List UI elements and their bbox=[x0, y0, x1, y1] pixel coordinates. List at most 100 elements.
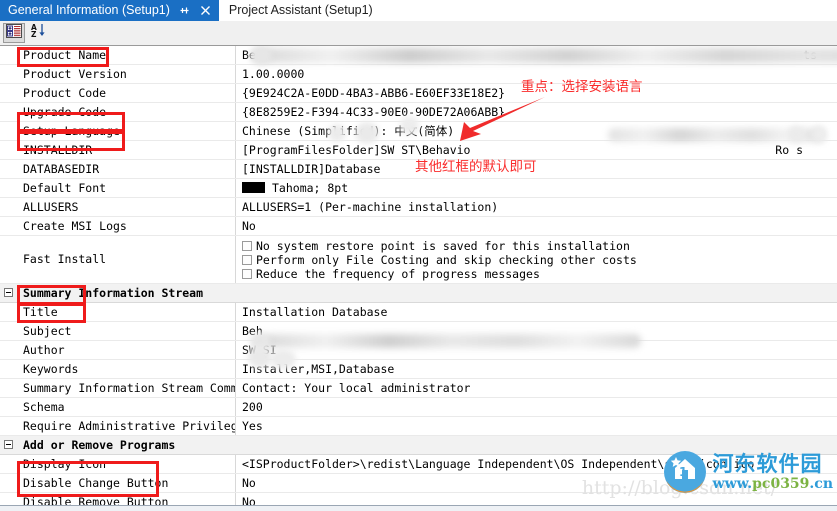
checkbox-label: Reduce the frequency of progress message… bbox=[256, 266, 540, 281]
property-value[interactable]: Contact: Your local administrator bbox=[236, 379, 837, 397]
property-name: Upgrade Code bbox=[0, 103, 236, 121]
property-grid-rows: Product Name Be ts Product Version 1.00.0000… bbox=[0, 46, 837, 505]
property-value-text: 200 bbox=[242, 400, 263, 414]
property-value-suffix: ts bbox=[803, 48, 817, 62]
property-row[interactable]: Author SW SI bbox=[0, 341, 837, 360]
property-name: Product Version bbox=[0, 65, 236, 83]
property-value-text: Beh bbox=[242, 324, 263, 338]
property-value-text: No bbox=[242, 476, 256, 490]
note-setup-language: 重点：选择安装语言 bbox=[521, 79, 643, 95]
property-name: Require Administrative Privileges bbox=[0, 417, 236, 435]
property-row[interactable]: Default Font Tahoma; 8pt bbox=[0, 179, 837, 198]
property-name: Keywords bbox=[0, 360, 236, 378]
checkbox-icon[interactable] bbox=[242, 269, 252, 279]
property-row[interactable]: Product Version 1.00.0000 bbox=[0, 65, 837, 84]
property-value-suffix: Ro s bbox=[775, 143, 803, 157]
checkbox-icon[interactable] bbox=[242, 241, 252, 251]
property-value-text: <ISProductFolder>\redist\Language Indepe… bbox=[242, 457, 755, 471]
tab-project-assistant[interactable]: Project Assistant (Setup1) bbox=[218, 0, 380, 21]
property-value[interactable]: Yes bbox=[236, 417, 837, 435]
property-value-text: [INSTALLDIR]Database bbox=[242, 162, 381, 176]
property-row[interactable]: Setup Language Chinese (Simplified): 中文(简… bbox=[0, 122, 837, 141]
property-row[interactable]: Schema 200 bbox=[0, 398, 837, 417]
property-row[interactable]: ALLUSERS ALLUSERS=1 (Per-machine installa… bbox=[0, 198, 837, 217]
property-name: Schema bbox=[0, 398, 236, 416]
property-row[interactable]: Keywords Installer,MSI,Database bbox=[0, 360, 837, 379]
property-row[interactable]: Subject Beh bbox=[0, 322, 837, 341]
property-row[interactable]: Summary Information Stream Comments Conta… bbox=[0, 379, 837, 398]
installshield-general-information-window: General Information (Setup1) Project Ass… bbox=[0, 0, 837, 511]
property-value[interactable]: Installer,MSI,Database bbox=[236, 360, 837, 378]
property-row[interactable]: Upgrade Code {8E8259E2-F394-4C33-90E0-90D… bbox=[0, 103, 837, 122]
checkbox-label: No system restore point is saved for thi… bbox=[256, 238, 630, 253]
property-value[interactable]: [INSTALLDIR]Database bbox=[236, 160, 837, 178]
property-name: DATABASEDIR bbox=[0, 160, 236, 178]
svg-text:Z: Z bbox=[31, 30, 37, 38]
checkbox-option[interactable]: No system restore point is saved for thi… bbox=[242, 239, 837, 253]
property-name: Fast Install bbox=[0, 236, 236, 283]
property-row[interactable]: Fast Install No system restore point is s… bbox=[0, 236, 837, 284]
property-row[interactable]: Product Code {9E924C2A-E0DD-4BA3-ABB6-E60… bbox=[0, 84, 837, 103]
property-value-text: Tahoma; 8pt bbox=[272, 181, 349, 195]
property-grid[interactable]: Product Name Be ts Product Version 1.00.0000… bbox=[0, 46, 837, 505]
property-value-text: Be bbox=[242, 48, 256, 62]
property-value-text: SW SI bbox=[242, 343, 277, 357]
sort-az-icon: A Z bbox=[31, 23, 47, 43]
property-value[interactable]: Be ts bbox=[236, 46, 837, 64]
property-name: Disable Remove Button bbox=[0, 493, 236, 505]
categorized-view-button[interactable] bbox=[3, 23, 25, 43]
property-row[interactable]: Disable Remove Button No bbox=[0, 493, 837, 505]
property-value-text: Installer,MSI,Database bbox=[242, 362, 395, 376]
checkbox-icon[interactable] bbox=[242, 255, 252, 265]
property-group-label: Add or Remove Programs bbox=[0, 436, 837, 454]
property-name: Product Code bbox=[0, 84, 236, 102]
checkbox-option[interactable]: Reduce the frequency of progress message… bbox=[242, 267, 837, 281]
property-value[interactable]: Tahoma; 8pt bbox=[236, 179, 837, 197]
property-value[interactable]: No bbox=[236, 474, 837, 492]
property-value[interactable]: Beh bbox=[236, 322, 837, 340]
property-value[interactable]: <ISProductFolder>\redist\Language Indepe… bbox=[236, 455, 837, 473]
property-group-label: Summary Information Stream bbox=[0, 284, 837, 302]
checkbox-option[interactable]: Perform only File Costing and skip check… bbox=[242, 253, 837, 267]
property-value-text: ALLUSERS=1 (Per-machine installation) bbox=[242, 200, 499, 214]
property-group-header[interactable]: Add or Remove Programs bbox=[0, 436, 837, 455]
collapse-minus-icon[interactable] bbox=[4, 440, 13, 449]
property-row[interactable]: Title Installation Database bbox=[0, 303, 837, 322]
property-value[interactable]: 200 bbox=[236, 398, 837, 416]
property-row[interactable]: Disable Change Button No bbox=[0, 474, 837, 493]
property-group-header[interactable]: Summary Information Stream bbox=[0, 284, 837, 303]
property-value-text: No bbox=[242, 495, 256, 505]
property-name: Author bbox=[0, 341, 236, 359]
pin-icon[interactable] bbox=[179, 5, 191, 17]
categorized-grid-icon bbox=[6, 23, 22, 43]
collapse-minus-icon[interactable] bbox=[4, 288, 13, 297]
property-value[interactable]: SW SI bbox=[236, 341, 837, 359]
property-value[interactable]: ALLUSERS=1 (Per-machine installation) bbox=[236, 198, 837, 216]
property-value[interactable]: No bbox=[236, 217, 837, 235]
property-row[interactable]: Require Administrative Privileges Yes bbox=[0, 417, 837, 436]
annotation-arrow-icon bbox=[460, 97, 545, 141]
property-name: INSTALLDIR bbox=[0, 141, 236, 159]
property-row[interactable]: Create MSI Logs No bbox=[0, 217, 837, 236]
property-value[interactable]: No bbox=[236, 493, 837, 505]
property-value-text: Contact: Your local administrator bbox=[242, 381, 471, 395]
property-value[interactable]: Installation Database bbox=[236, 303, 837, 321]
property-value-text: 1.00.0000 bbox=[242, 67, 305, 81]
alphabetical-sort-button[interactable]: A Z bbox=[28, 23, 50, 43]
property-row[interactable]: Product Name Be ts bbox=[0, 46, 837, 65]
tab-general-information[interactable]: General Information (Setup1) bbox=[0, 0, 219, 21]
property-name: Disable Change Button bbox=[0, 474, 236, 492]
note-other-defaults: 其他红框的默认即可 bbox=[415, 159, 537, 175]
property-name: Product Name bbox=[0, 46, 236, 64]
tab-project-assistant-label: Project Assistant (Setup1) bbox=[228, 3, 373, 17]
property-name: Subject bbox=[0, 322, 236, 340]
property-name: Create MSI Logs bbox=[0, 217, 236, 235]
property-value-text: No bbox=[242, 219, 256, 233]
color-swatch[interactable] bbox=[242, 182, 265, 193]
property-value[interactable]: No system restore point is saved for thi… bbox=[236, 236, 837, 283]
close-icon[interactable] bbox=[200, 5, 212, 17]
property-name: ALLUSERS bbox=[0, 198, 236, 216]
property-value-text: Yes bbox=[242, 419, 263, 433]
property-row[interactable]: Display Icon <ISProductFolder>\redist\Lan… bbox=[0, 455, 837, 474]
property-name: Display Icon bbox=[0, 455, 236, 473]
